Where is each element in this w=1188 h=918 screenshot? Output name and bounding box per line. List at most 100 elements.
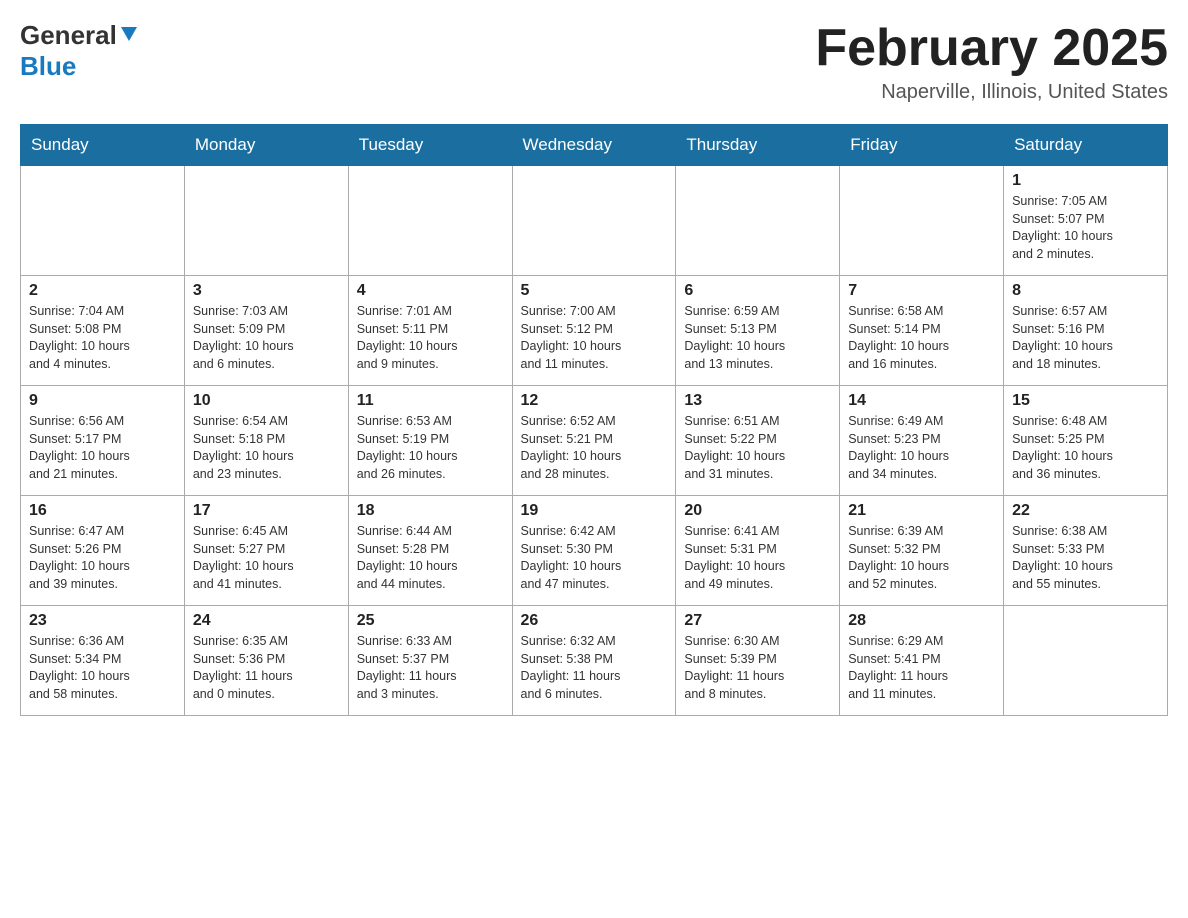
calendar-cell: 16Sunrise: 6:47 AM Sunset: 5:26 PM Dayli… <box>21 496 185 606</box>
day-info: Sunrise: 6:59 AM Sunset: 5:13 PM Dayligh… <box>684 303 831 373</box>
logo: General Blue <box>20 20 139 82</box>
calendar-cell: 23 Sunrise: 6:36 AM Sunset: 5:34 PM Dayli… <box>21 606 185 716</box>
calendar-cell <box>21 166 185 276</box>
calendar-cell: 14Sunrise: 6:49 AM Sunset: 5:23 PM Dayli… <box>840 386 1004 496</box>
day-info: Sunrise: 6:56 AM Sunset: 5:17 PM Dayligh… <box>29 413 176 483</box>
calendar-cell: 22 Sunrise: 6:38 AM Sunset: 5:33 PM Dayli… <box>1004 496 1168 606</box>
day-info: Sunrise: 6:44 AM Sunset: 5:28 PM Dayligh… <box>357 523 504 593</box>
day-info: Sunrise: 6:47 AM Sunset: 5:26 PM Dayligh… <box>29 523 176 593</box>
calendar-cell: 21 Sunrise: 6:39 AM Sunset: 5:32 PM Dayli… <box>840 496 1004 606</box>
calendar-cell <box>1004 606 1168 716</box>
location-subtitle: Naperville, Illinois, United States <box>815 81 1168 104</box>
weekday-header-saturday: Saturday <box>1004 125 1168 166</box>
calendar-week-row: 1Sunrise: 7:05 AM Sunset: 5:07 PM Daylig… <box>21 166 1168 276</box>
day-info: Sunrise: 6:53 AM Sunset: 5:19 PM Dayligh… <box>357 413 504 483</box>
day-info: Sunrise: 6:39 AM Sunset: 5:32 PM Dayligh… <box>848 523 995 593</box>
day-info: Sunrise: 6:58 AM Sunset: 5:14 PM Dayligh… <box>848 303 995 373</box>
day-info: Sunrise: 7:05 AM Sunset: 5:07 PM Dayligh… <box>1012 193 1159 263</box>
day-info: Sunrise: 6:48 AM Sunset: 5:25 PM Dayligh… <box>1012 413 1159 483</box>
calendar-cell: 5 Sunrise: 7:00 AM Sunset: 5:12 PM Daylig… <box>512 276 676 386</box>
day-number: 18 <box>357 502 504 520</box>
page-header: General Blue February 2025 Naperville, I… <box>20 20 1168 104</box>
calendar-week-row: 9 Sunrise: 6:56 AM Sunset: 5:17 PM Daylig… <box>21 386 1168 496</box>
calendar-cell: 3 Sunrise: 7:03 AM Sunset: 5:09 PM Daylig… <box>184 276 348 386</box>
calendar-cell: 18 Sunrise: 6:44 AM Sunset: 5:28 PM Dayli… <box>348 496 512 606</box>
day-info: Sunrise: 6:32 AM Sunset: 5:38 PM Dayligh… <box>521 633 668 703</box>
day-number: 24 <box>193 612 340 630</box>
day-number: 21 <box>848 502 995 520</box>
calendar-cell: 19 Sunrise: 6:42 AM Sunset: 5:30 PM Dayli… <box>512 496 676 606</box>
day-number: 22 <box>1012 502 1159 520</box>
day-info: Sunrise: 6:51 AM Sunset: 5:22 PM Dayligh… <box>684 413 831 483</box>
calendar-cell: 17Sunrise: 6:45 AM Sunset: 5:27 PM Dayli… <box>184 496 348 606</box>
day-number: 20 <box>684 502 831 520</box>
day-number: 4 <box>357 282 504 300</box>
calendar-cell <box>512 166 676 276</box>
day-number: 15 <box>1012 392 1159 410</box>
day-info: Sunrise: 6:42 AM Sunset: 5:30 PM Dayligh… <box>521 523 668 593</box>
day-info: Sunrise: 6:57 AM Sunset: 5:16 PM Dayligh… <box>1012 303 1159 373</box>
calendar-cell <box>676 166 840 276</box>
day-number: 23 <box>29 612 176 630</box>
calendar-cell: 26 Sunrise: 6:32 AM Sunset: 5:38 PM Dayli… <box>512 606 676 716</box>
day-info: Sunrise: 6:38 AM Sunset: 5:33 PM Dayligh… <box>1012 523 1159 593</box>
day-info: Sunrise: 6:52 AM Sunset: 5:21 PM Dayligh… <box>521 413 668 483</box>
calendar-cell <box>184 166 348 276</box>
day-number: 13 <box>684 392 831 410</box>
calendar-cell: 8 Sunrise: 6:57 AM Sunset: 5:16 PM Daylig… <box>1004 276 1168 386</box>
calendar-cell: 28 Sunrise: 6:29 AM Sunset: 5:41 PM Dayli… <box>840 606 1004 716</box>
calendar-cell: 2 Sunrise: 7:04 AM Sunset: 5:08 PM Daylig… <box>21 276 185 386</box>
calendar-cell: 24 Sunrise: 6:35 AM Sunset: 5:36 PM Dayli… <box>184 606 348 716</box>
calendar-cell: 15 Sunrise: 6:48 AM Sunset: 5:25 PM Dayli… <box>1004 386 1168 496</box>
day-number: 9 <box>29 392 176 410</box>
calendar-body: 1Sunrise: 7:05 AM Sunset: 5:07 PM Daylig… <box>21 166 1168 716</box>
day-info: Sunrise: 7:00 AM Sunset: 5:12 PM Dayligh… <box>521 303 668 373</box>
title-section: February 2025 Naperville, Illinois, Unit… <box>815 20 1168 104</box>
day-number: 10 <box>193 392 340 410</box>
month-title: February 2025 <box>815 20 1168 77</box>
day-info: Sunrise: 6:54 AM Sunset: 5:18 PM Dayligh… <box>193 413 340 483</box>
calendar-week-row: 23 Sunrise: 6:36 AM Sunset: 5:34 PM Dayli… <box>21 606 1168 716</box>
calendar-cell: 11 Sunrise: 6:53 AM Sunset: 5:19 PM Dayli… <box>348 386 512 496</box>
logo-blue-text: Blue <box>20 51 76 81</box>
day-number: 26 <box>521 612 668 630</box>
calendar-header: SundayMondayTuesdayWednesdayThursdayFrid… <box>21 125 1168 166</box>
calendar-cell: 12 Sunrise: 6:52 AM Sunset: 5:21 PM Dayli… <box>512 386 676 496</box>
calendar-week-row: 16Sunrise: 6:47 AM Sunset: 5:26 PM Dayli… <box>21 496 1168 606</box>
calendar-cell: 20 Sunrise: 6:41 AM Sunset: 5:31 PM Dayli… <box>676 496 840 606</box>
day-info: Sunrise: 7:03 AM Sunset: 5:09 PM Dayligh… <box>193 303 340 373</box>
weekday-header-tuesday: Tuesday <box>348 125 512 166</box>
day-info: Sunrise: 6:45 AM Sunset: 5:27 PM Dayligh… <box>193 523 340 593</box>
day-number: 11 <box>357 392 504 410</box>
day-info: Sunrise: 6:30 AM Sunset: 5:39 PM Dayligh… <box>684 633 831 703</box>
day-number: 28 <box>848 612 995 630</box>
calendar-cell: 6Sunrise: 6:59 AM Sunset: 5:13 PM Daylig… <box>676 276 840 386</box>
day-info: Sunrise: 6:35 AM Sunset: 5:36 PM Dayligh… <box>193 633 340 703</box>
day-number: 3 <box>193 282 340 300</box>
day-info: Sunrise: 6:49 AM Sunset: 5:23 PM Dayligh… <box>848 413 995 483</box>
day-info: Sunrise: 7:04 AM Sunset: 5:08 PM Dayligh… <box>29 303 176 373</box>
day-number: 8 <box>1012 282 1159 300</box>
day-number: 25 <box>357 612 504 630</box>
day-number: 12 <box>521 392 668 410</box>
day-number: 27 <box>684 612 831 630</box>
calendar-cell: 13 Sunrise: 6:51 AM Sunset: 5:22 PM Dayli… <box>676 386 840 496</box>
day-number: 2 <box>29 282 176 300</box>
weekday-header-wednesday: Wednesday <box>512 125 676 166</box>
day-info: Sunrise: 6:41 AM Sunset: 5:31 PM Dayligh… <box>684 523 831 593</box>
day-info: Sunrise: 7:01 AM Sunset: 5:11 PM Dayligh… <box>357 303 504 373</box>
calendar-cell: 10 Sunrise: 6:54 AM Sunset: 5:18 PM Dayli… <box>184 386 348 496</box>
calendar-cell: 9 Sunrise: 6:56 AM Sunset: 5:17 PM Daylig… <box>21 386 185 496</box>
logo-triangle-icon <box>119 23 139 43</box>
day-info: Sunrise: 6:29 AM Sunset: 5:41 PM Dayligh… <box>848 633 995 703</box>
calendar-cell: 7Sunrise: 6:58 AM Sunset: 5:14 PM Daylig… <box>840 276 1004 386</box>
day-info: Sunrise: 6:33 AM Sunset: 5:37 PM Dayligh… <box>357 633 504 703</box>
day-info: Sunrise: 6:36 AM Sunset: 5:34 PM Dayligh… <box>29 633 176 703</box>
day-number: 5 <box>521 282 668 300</box>
weekday-header-sunday: Sunday <box>21 125 185 166</box>
weekday-header-friday: Friday <box>840 125 1004 166</box>
day-number: 19 <box>521 502 668 520</box>
calendar-week-row: 2 Sunrise: 7:04 AM Sunset: 5:08 PM Daylig… <box>21 276 1168 386</box>
calendar-cell <box>840 166 1004 276</box>
calendar-cell: 25 Sunrise: 6:33 AM Sunset: 5:37 PM Dayli… <box>348 606 512 716</box>
